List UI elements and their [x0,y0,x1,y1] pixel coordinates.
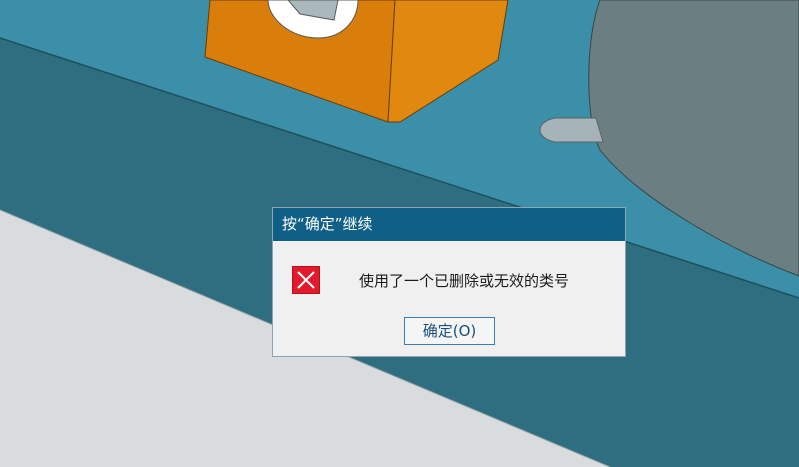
error-dialog: 按“确定”继续 使用了一个已删除或无效的类号 确定(O) [272,207,626,357]
dialog-title: 按“确定”继续 [282,215,373,233]
grey-tab [539,117,604,143]
dialog-message: 使用了一个已删除或无效的类号 [359,272,570,290]
ok-button[interactable]: 确定(O) [404,317,495,345]
dialog-title-bar[interactable]: 按“确定”继续 [273,208,625,241]
error-x-icon [292,266,320,294]
